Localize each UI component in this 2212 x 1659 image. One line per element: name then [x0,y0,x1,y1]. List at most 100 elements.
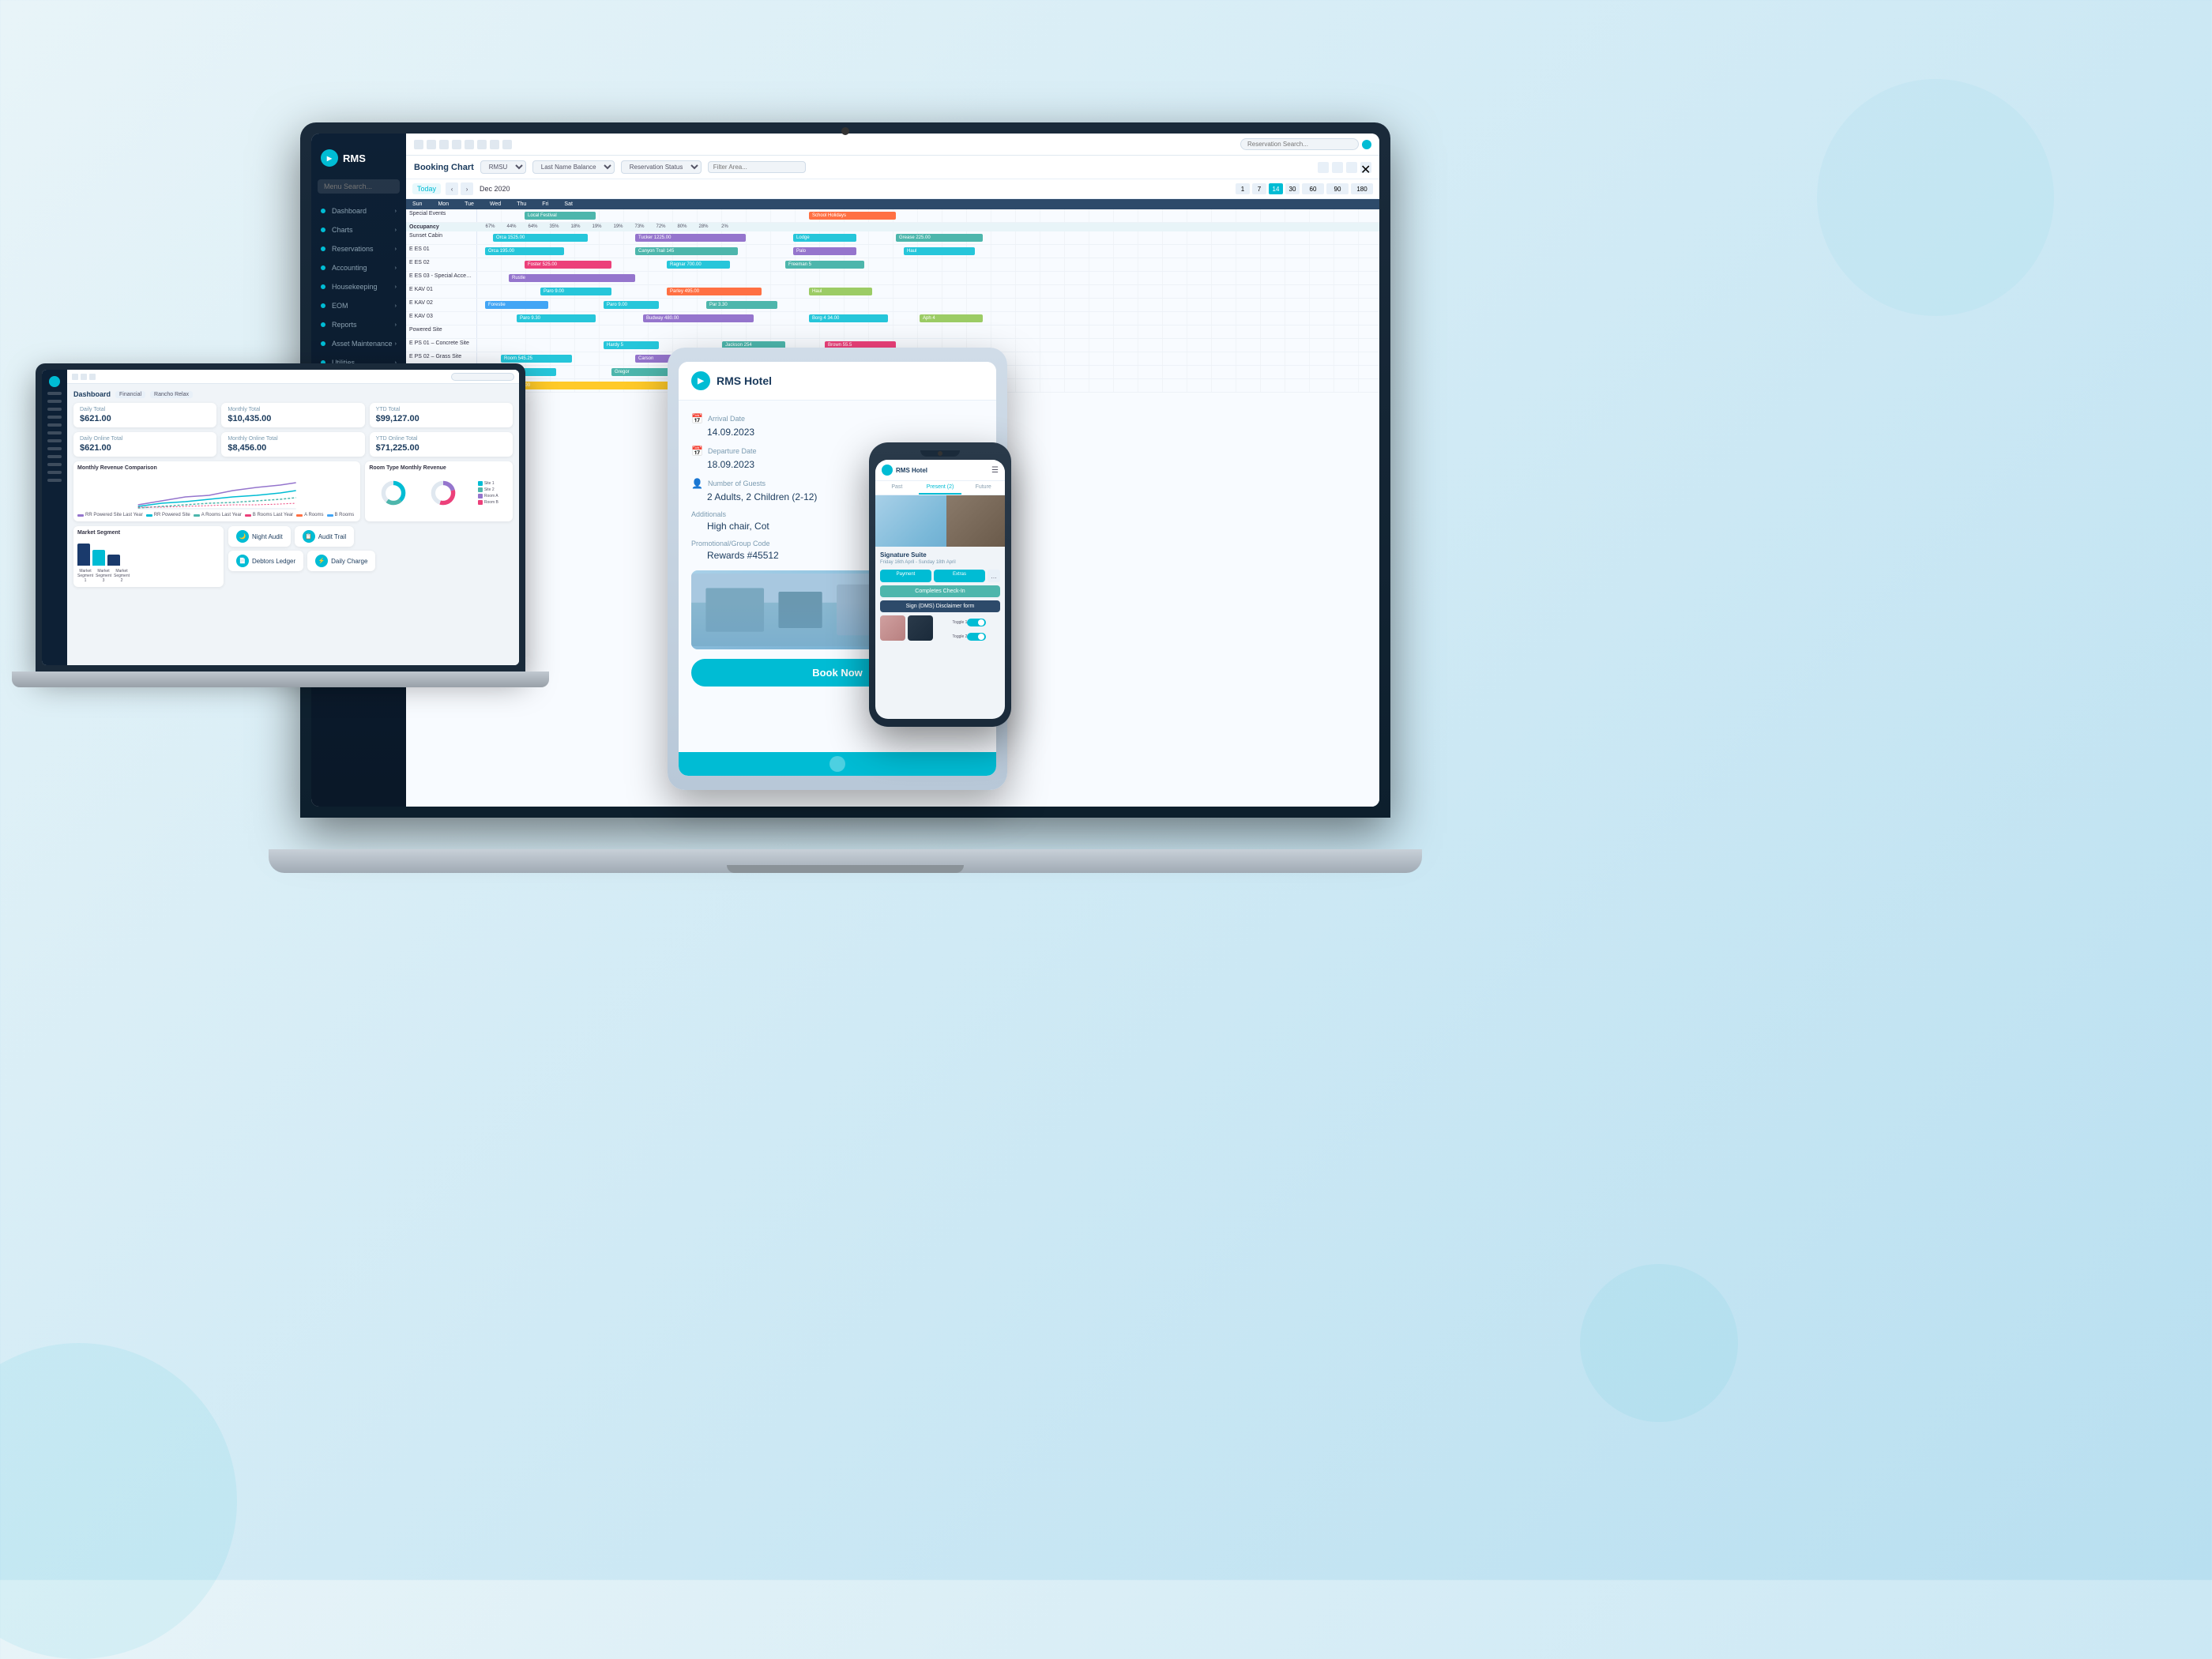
bar-ees02-2[interactable]: Ragnar 700.00 [667,261,730,269]
sidebar-item-reports[interactable]: Reports › [311,315,406,334]
debtors-ledger-button[interactable]: 📄 Debtors Ledger [228,551,303,571]
zoom-30[interactable]: 30 [1285,183,1300,194]
tb-btn-2[interactable] [427,140,436,149]
tab-present[interactable]: Present (2) [919,481,962,495]
bar-ekav02-1[interactable]: Forestie [485,301,548,309]
bc-icon-2[interactable] [1332,162,1343,173]
tb-btn-7[interactable] [490,140,499,149]
sidebar-item-charts[interactable]: Charts › [311,220,406,239]
bar-ekav03-budway[interactable]: Budway 480.00 [643,314,754,322]
zoom-60[interactable]: 60 [1302,183,1324,194]
legend-label-a-rooms: A Rooms [304,513,323,517]
bar-ekav03-borg[interactable]: Borg 4 34.00 [809,314,888,322]
complete-checkin-button[interactable]: Completes Check-In [880,585,1000,597]
sidebar-item-dashboard[interactable]: Dashboard › [311,201,406,220]
sl-section-badge[interactable]: Financial [115,391,145,398]
sl-nav-2[interactable] [47,400,62,403]
bar-lodge[interactable]: Lodge [793,234,856,242]
night-audit-button[interactable]: 🌙 Night Audit [228,526,291,547]
sl-nav-10[interactable] [47,463,62,466]
bar-ees01-1[interactable]: Orca 195.00 [485,247,564,255]
bar-eps01-hardy[interactable]: Hardy 5 [604,341,659,349]
sl-nav-5[interactable] [47,423,62,427]
sl-nav-4[interactable] [47,416,62,419]
bar-ekav03-4[interactable]: Aph 4 [920,314,983,322]
phone-menu-icon[interactable]: ☰ [991,466,999,475]
property-dropdown[interactable]: RMSU [480,160,526,174]
bar-ekav01-paro[interactable]: Paro 9.00 [540,288,611,295]
tb-btn-4[interactable] [452,140,461,149]
event-bar-local-festival[interactable]: Local Festival [525,212,596,220]
toggle-1[interactable] [967,619,986,626]
sl-property-badge[interactable]: Rancho Relax [150,391,193,398]
sl-search[interactable] [451,373,514,381]
sl-nav-9[interactable] [47,455,62,458]
sl-tb-1[interactable] [72,374,78,380]
sidebar-item-asset[interactable]: Asset Maintenance › [311,334,406,353]
zoom-7[interactable]: 7 [1252,183,1266,194]
zoom-14[interactable]: 14 [1269,183,1283,194]
zoom-180[interactable]: 180 [1351,183,1373,194]
balance-filter-dropdown[interactable]: Last Name Balance [532,160,615,174]
extras-button[interactable]: Extras [934,570,985,582]
sign-form-button[interactable]: Sign (DMS) Disclaimer form [880,600,1000,612]
sl-nav-8[interactable] [47,447,62,450]
prev-arrow[interactable]: ‹ [446,182,458,195]
bar-ees01-4[interactable]: Haul [904,247,975,255]
bc-icon-1[interactable] [1318,162,1329,173]
sl-nav-1[interactable] [47,392,62,395]
bar-ees02-3[interactable]: Freeman 5 [785,261,864,269]
audit-trail-button[interactable]: 📋 Audit Trail [295,526,355,547]
tb-btn-6[interactable] [477,140,487,149]
sidebar-item-eom[interactable]: EOM › [311,296,406,315]
sl-tb-2[interactable] [81,374,87,380]
tb-btn-8[interactable] [502,140,512,149]
bc-icon-3[interactable] [1346,162,1357,173]
tab-future[interactable]: Future [961,481,1005,495]
reservation-search-input[interactable] [1240,138,1359,150]
payment-button[interactable]: Payment [880,570,931,582]
bar-ees01-3[interactable]: Palo [793,247,856,255]
tab-past[interactable]: Past [875,481,919,495]
bar-ekav01-haul[interactable]: Haul [809,288,872,295]
sl-nav-6[interactable] [47,431,62,434]
bar-ekav02-paro[interactable]: Paro 9.00 [604,301,659,309]
daily-charge-button[interactable]: ⚡ Daily Charge [307,551,375,571]
donut-row: Site 1 Site 2 Room A [369,473,509,513]
bar-green-1[interactable]: Grease 225.00 [896,234,983,242]
sidebar-item-housekeeping[interactable]: Housekeeping › [311,277,406,296]
menu-search-input[interactable] [318,179,400,194]
sidebar-item-reservations[interactable]: Reservations › [311,239,406,258]
status-filter-dropdown[interactable]: Reservation Status [621,160,702,174]
bc-icon-close[interactable]: ✕ [1360,162,1371,173]
sl-nav-3[interactable] [47,408,62,411]
top-toolbar [406,134,1379,156]
bar-orca[interactable]: Orca 1525.00 [493,234,588,242]
phone-more-icon[interactable]: … [988,570,1000,582]
event-bar-school-holidays[interactable]: School Holidays [809,212,896,220]
filter-input[interactable] [708,161,806,173]
bar-ees03-rustle[interactable]: Rustle [509,274,635,282]
bar-ekav01-parley[interactable]: Parley 495.00 [667,288,762,295]
toggle-2[interactable] [967,633,986,641]
zoom-1[interactable]: 1 [1236,183,1250,194]
sl-nav-7[interactable] [47,439,62,442]
tb-icon-user[interactable] [1362,140,1371,149]
bar-ekav03-paro[interactable]: Paro 9.30 [517,314,596,322]
zoom-90[interactable]: 90 [1326,183,1349,194]
bar-ekav02-3[interactable]: Par 3.30 [706,301,777,309]
next-arrow[interactable]: › [461,182,473,195]
today-button[interactable]: Today [412,183,441,194]
bar-tucker[interactable]: Tucker 1225.00 [635,234,746,242]
tb-btn-3[interactable] [439,140,449,149]
sidebar-item-accounting[interactable]: Accounting › [311,258,406,277]
sl-tb-3[interactable] [89,374,96,380]
sl-nav-12[interactable] [47,479,62,482]
sl-nav-11[interactable] [47,471,62,474]
row-bars-ekav01: Paro 9.00 Parley 495.00 Haul [477,285,1379,298]
tb-btn-5[interactable] [465,140,474,149]
tb-btn-1[interactable] [414,140,423,149]
bar-eps02-1[interactable]: Room 545.25 [501,355,572,363]
bar-ees01-2[interactable]: Canyon Trail 145 [635,247,738,255]
bar-ees02-foster[interactable]: Foster 525.00 [525,261,611,269]
